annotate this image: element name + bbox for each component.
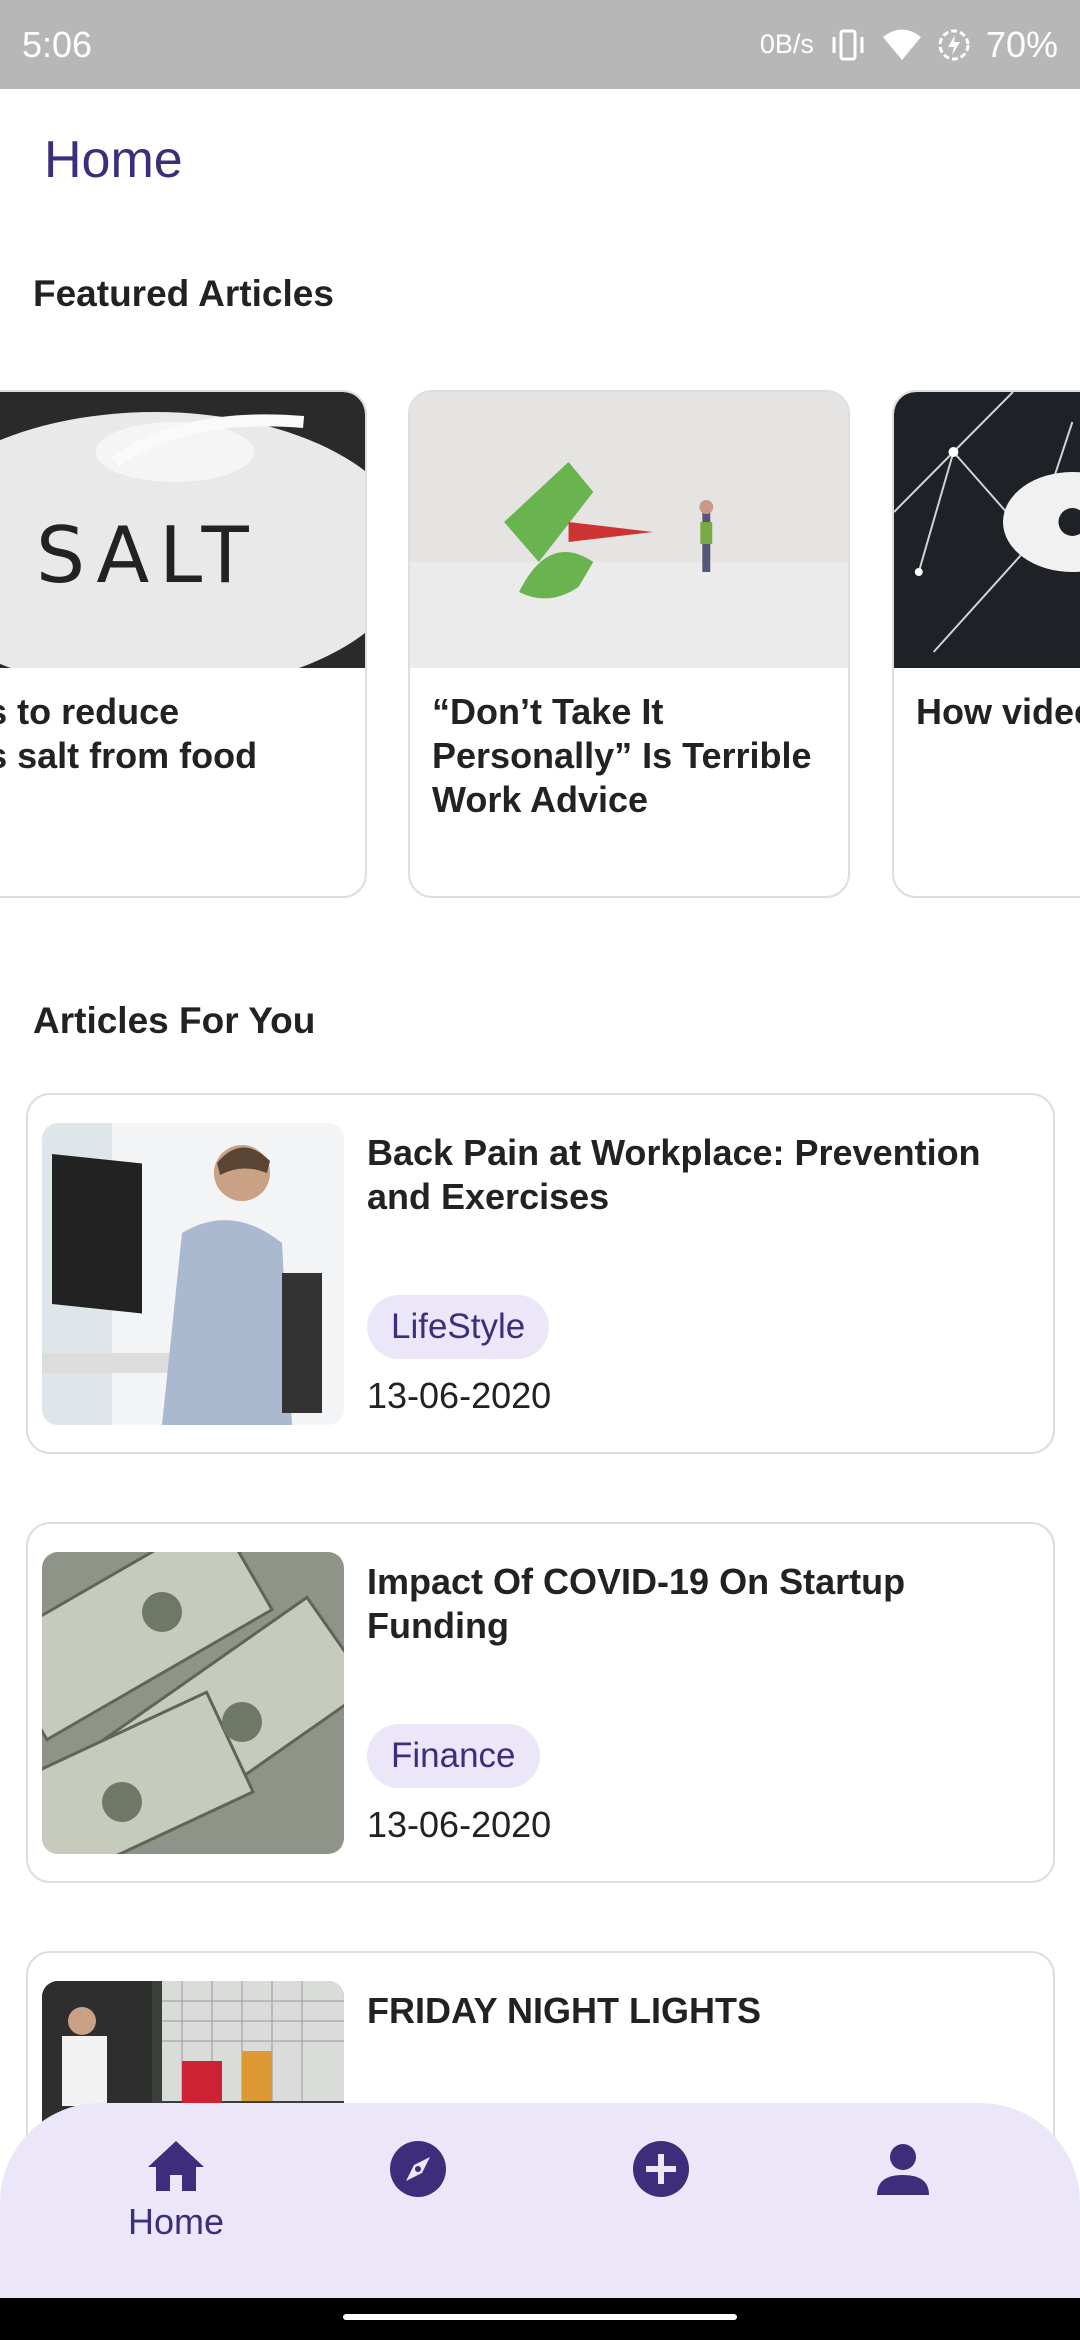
- featured-section-title: Featured Articles: [33, 273, 334, 314]
- nav-profile[interactable]: [828, 2139, 978, 2269]
- system-gesture-bar: [0, 2298, 1080, 2340]
- status-bar: 5:06 0B/s 70%: [0, 0, 1080, 89]
- featured-card-title: acks to reduce cess salt from food: [0, 691, 258, 776]
- battery-level: 70%: [985, 23, 1058, 65]
- article-title: Back Pain at Workplace: Prevention and E…: [367, 1132, 981, 1217]
- home-gesture-handle[interactable]: [343, 2314, 737, 2320]
- add-circle-icon: [586, 2139, 736, 2199]
- stapler-photo: [410, 392, 848, 668]
- wifi-icon: [882, 28, 922, 62]
- featured-card-title: “Don’t Take It Personally” Is Terrible W…: [432, 691, 812, 820]
- article-title: Impact Of COVID-19 On Startup Funding: [367, 1561, 906, 1646]
- svg-text:SALT: SALT: [36, 511, 259, 601]
- person-icon: [828, 2139, 978, 2199]
- article-card[interactable]: Back Pain at Workplace: Prevention and E…: [26, 1093, 1055, 1454]
- dollar-bills-photo: [42, 1552, 344, 1854]
- page-title: Home: [44, 131, 183, 189]
- nav-add[interactable]: [586, 2139, 736, 2269]
- battery-saver-icon: [936, 27, 972, 63]
- status-icons: 0B/s 70%: [760, 24, 1058, 66]
- gamepad-network-photo: [894, 392, 1080, 668]
- office-worker-photo: [42, 1123, 344, 1425]
- featured-card[interactable]: “Don’t Take It Personally” Is Terrible W…: [408, 390, 850, 898]
- article-date: 13-06-2020: [367, 1375, 552, 1416]
- featured-card-title: How videc affect the: [916, 691, 1080, 732]
- category-chip[interactable]: LifeStyle: [367, 1295, 550, 1359]
- salt-photo: SALT: [0, 392, 365, 668]
- bottom-navigation: Home: [0, 2103, 1080, 2298]
- network-speed: 0B/s: [759, 29, 814, 59]
- compass-icon: [343, 2139, 493, 2199]
- article-date: 13-06-2020: [367, 1804, 552, 1845]
- category-chip[interactable]: Finance: [367, 1724, 540, 1788]
- for-you-section-title: Articles For You: [33, 1000, 316, 1041]
- featured-card[interactable]: SALT acks to reduce cess salt from food: [0, 390, 367, 898]
- vibrate-icon: [828, 27, 868, 63]
- status-time: 5:06: [22, 23, 93, 65]
- article-title: FRIDAY NIGHT LIGHTS: [367, 1990, 762, 2031]
- featured-card[interactable]: How videc affect the: [892, 390, 1080, 898]
- nav-explore[interactable]: [343, 2139, 493, 2269]
- nav-home[interactable]: Home: [101, 2139, 251, 2269]
- article-card[interactable]: Impact Of COVID-19 On Startup Funding Fi…: [26, 1522, 1055, 1883]
- nav-home-label: Home: [127, 2201, 225, 2242]
- home-icon: [101, 2139, 251, 2193]
- featured-carousel[interactable]: SALT acks to reduce cess salt from food …: [0, 390, 1080, 900]
